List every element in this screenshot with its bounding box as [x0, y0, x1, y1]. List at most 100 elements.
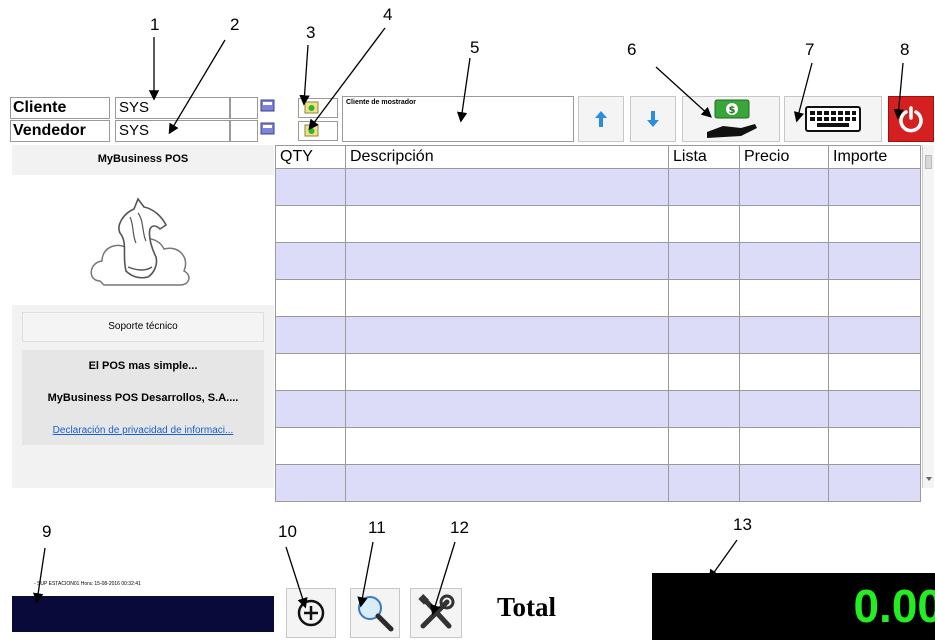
table-cell[interactable]	[668, 464, 740, 502]
pay-button[interactable]: $	[682, 96, 780, 142]
total-display: 0.00	[652, 573, 935, 640]
table-cell[interactable]	[275, 353, 346, 391]
table-cell[interactable]	[739, 279, 829, 317]
total-label: Total	[497, 592, 557, 622]
callout-13: 13	[733, 515, 752, 534]
table-cell[interactable]	[345, 390, 669, 428]
table-row[interactable]	[275, 242, 921, 280]
keyboard-icon	[805, 106, 861, 132]
table-cell[interactable]	[275, 316, 346, 354]
green-card-icon	[304, 124, 319, 137]
lookup-icon	[260, 99, 275, 112]
callout-10: 10	[278, 522, 297, 541]
table-cell[interactable]	[275, 390, 346, 428]
callout-5: 5	[470, 38, 480, 57]
power-button[interactable]	[888, 96, 934, 142]
table-cell[interactable]	[668, 168, 740, 206]
scroll-up-button[interactable]	[578, 96, 624, 142]
keyboard-button[interactable]	[784, 96, 882, 142]
table-cell[interactable]	[668, 205, 740, 243]
callout-6: 6	[627, 40, 637, 59]
client-note-box[interactable]: Cliente de mostrador	[342, 96, 574, 142]
table-cell[interactable]	[668, 353, 740, 391]
table-row[interactable]	[275, 168, 921, 206]
table-cell[interactable]	[275, 464, 346, 502]
table-cell[interactable]	[345, 316, 669, 354]
callout-11: 11	[368, 518, 386, 537]
callout-arrow-9	[33, 547, 46, 604]
table-cell[interactable]	[739, 205, 829, 243]
table-cell[interactable]	[739, 168, 829, 206]
table-cell[interactable]	[345, 353, 669, 391]
column-header-lista[interactable]: Lista	[668, 145, 740, 169]
table-row[interactable]	[275, 205, 921, 243]
vendedor-lookup-button[interactable]	[260, 121, 276, 137]
table-cell[interactable]	[828, 464, 921, 502]
table-cell[interactable]	[275, 242, 346, 280]
table-cell[interactable]	[828, 205, 921, 243]
column-header-qty[interactable]: QTY	[275, 145, 346, 169]
scroll-down-button[interactable]	[630, 96, 676, 142]
table-cell[interactable]	[739, 464, 829, 502]
table-row[interactable]	[275, 279, 921, 317]
table-cell[interactable]	[345, 427, 669, 465]
table-cell[interactable]	[828, 279, 921, 317]
table-cell[interactable]	[828, 427, 921, 465]
callout-9: 9	[42, 522, 52, 541]
callout-12: 12	[450, 518, 469, 537]
scroll-down-arrow-icon[interactable]	[926, 477, 932, 481]
table-cell[interactable]	[275, 427, 346, 465]
table-cell[interactable]	[739, 353, 829, 391]
table-cell[interactable]	[275, 168, 346, 206]
privacy-link[interactable]: Declaración de privacidad de informaci..…	[22, 425, 264, 436]
column-header-description[interactable]: Descripción	[345, 145, 669, 169]
table-cell[interactable]	[275, 205, 346, 243]
support-button[interactable]: Soporte técnico	[22, 312, 264, 342]
table-row[interactable]	[275, 390, 921, 428]
table-cell[interactable]	[345, 168, 669, 206]
table-cell[interactable]	[828, 353, 921, 391]
callout-8: 8	[900, 40, 910, 59]
table-cell[interactable]	[828, 390, 921, 428]
cliente-info-button[interactable]	[298, 98, 338, 118]
callout-4: 4	[383, 5, 393, 24]
table-scrollbar[interactable]	[922, 145, 934, 488]
table-cell[interactable]	[828, 316, 921, 354]
cliente-field-ext	[230, 97, 258, 119]
add-item-button[interactable]	[286, 588, 336, 638]
callout-arrow-3	[299, 44, 310, 106]
callout-3: 3	[306, 23, 316, 42]
search-button[interactable]	[350, 588, 400, 638]
table-cell[interactable]	[668, 279, 740, 317]
table-cell[interactable]	[739, 316, 829, 354]
table-cell[interactable]	[828, 242, 921, 280]
table-row[interactable]	[275, 353, 921, 391]
table-cell[interactable]	[345, 464, 669, 502]
horse-cloud-logo-icon	[90, 197, 190, 286]
table-cell[interactable]	[345, 279, 669, 317]
cliente-field[interactable]: SYS	[115, 97, 230, 119]
table-row[interactable]	[275, 316, 921, 354]
vendedor-info-button[interactable]	[298, 121, 338, 141]
table-cell[interactable]	[345, 242, 669, 280]
vendedor-field[interactable]: SYS	[115, 120, 230, 142]
cliente-lookup-button[interactable]	[260, 98, 276, 114]
table-cell[interactable]	[668, 316, 740, 354]
arrow-up-icon	[595, 111, 607, 127]
table-cell[interactable]	[739, 427, 829, 465]
column-header-precio[interactable]: Precio	[739, 145, 829, 169]
scrollbar-thumb[interactable]	[925, 155, 932, 169]
table-cell[interactable]	[828, 168, 921, 206]
table-row[interactable]	[275, 427, 921, 465]
table-cell[interactable]	[275, 279, 346, 317]
table-cell[interactable]	[739, 242, 829, 280]
table-cell[interactable]	[739, 390, 829, 428]
table-cell[interactable]	[668, 390, 740, 428]
table-row[interactable]	[275, 464, 921, 502]
column-header-importe[interactable]: Importe	[828, 145, 921, 169]
table-cell[interactable]	[345, 205, 669, 243]
table-cell[interactable]	[668, 242, 740, 280]
tools-button[interactable]	[410, 588, 462, 638]
table-cell[interactable]	[668, 427, 740, 465]
lookup-icon	[260, 122, 275, 135]
